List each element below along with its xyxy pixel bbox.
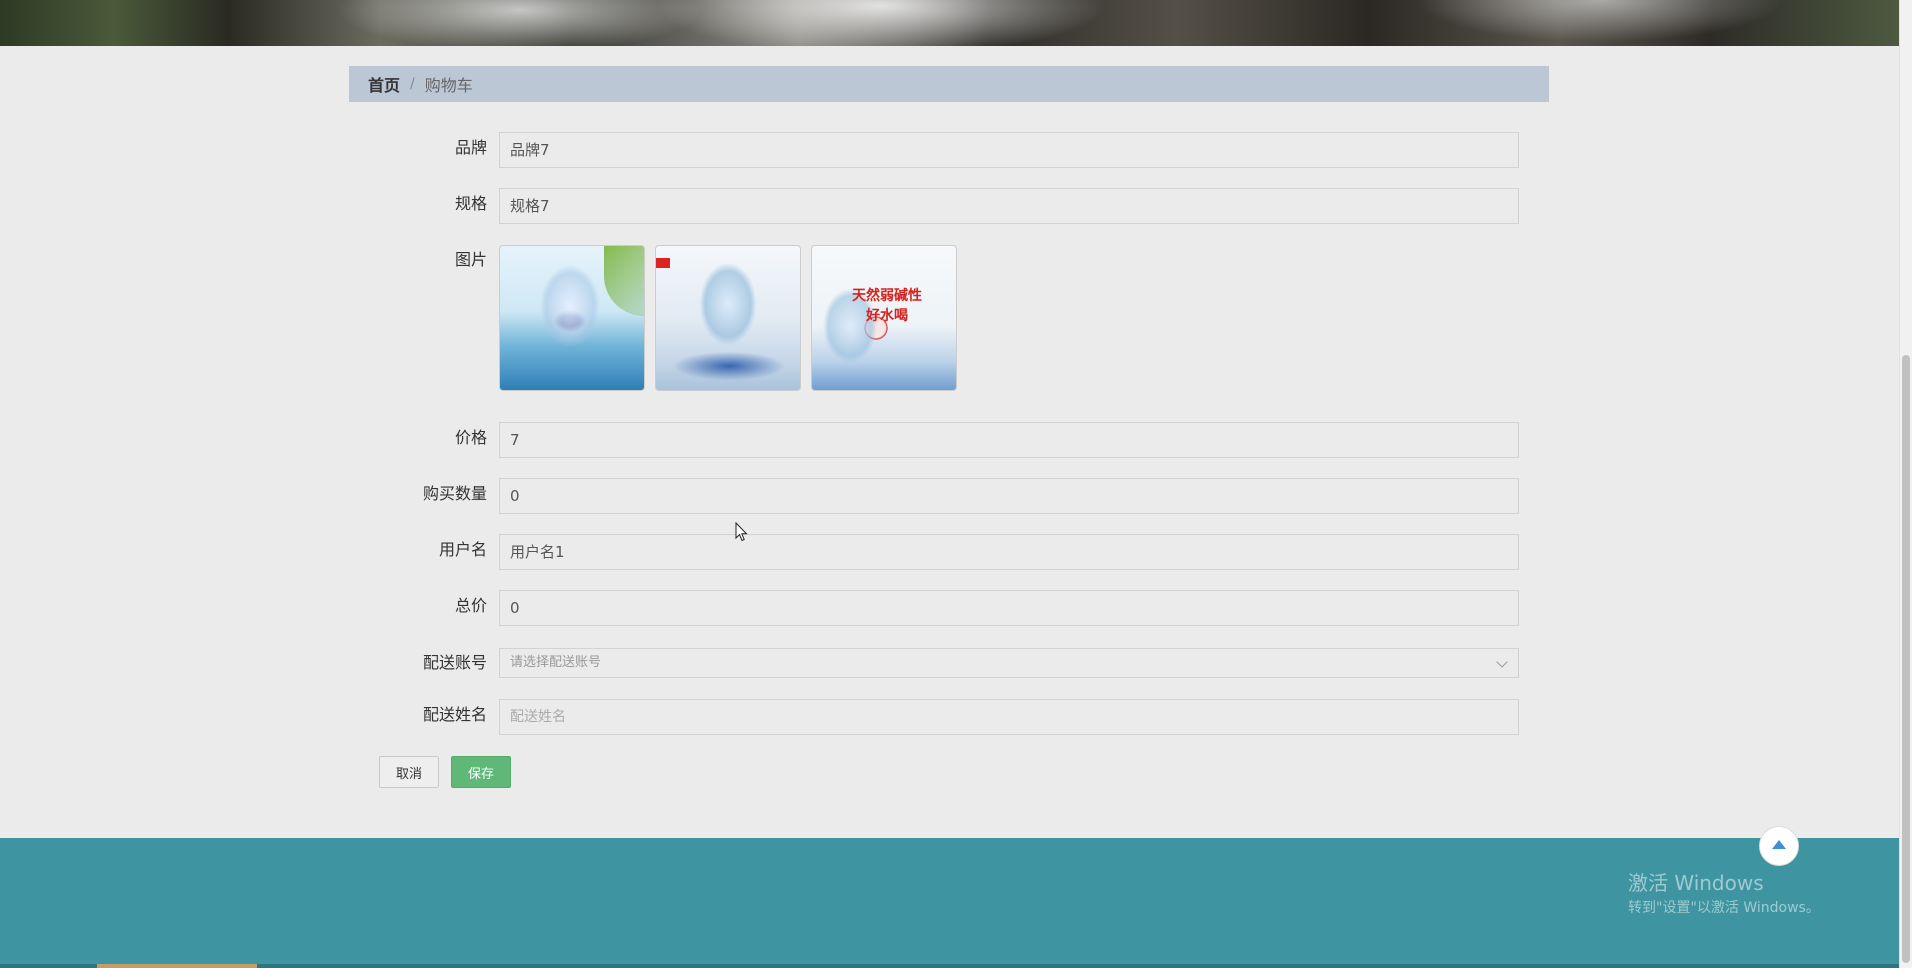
windows-activation-watermark: 激活 Windows 转到"设置"以激活 Windows。 — [1628, 871, 1820, 916]
username-input[interactable]: 用户名1 — [499, 534, 1519, 570]
page-scrollbar[interactable] — [1899, 0, 1912, 968]
quantity-input[interactable]: 0 — [499, 478, 1519, 514]
breadcrumb-current: 购物车 — [424, 76, 473, 95]
arrow-up-icon — [1772, 840, 1786, 849]
footer-bottom-bar — [0, 964, 1900, 968]
price-input[interactable]: 7 — [499, 422, 1519, 458]
brand-input[interactable]: 品牌7 — [499, 132, 1519, 168]
product-image-3-caption: 天然弱碱性 好水喝 — [852, 288, 922, 324]
product-image-1[interactable] — [499, 245, 645, 391]
total-input[interactable]: 0 — [499, 590, 1519, 626]
username-label: 用户名 — [438, 540, 487, 559]
scrollbar-thumb[interactable] — [1902, 355, 1910, 963]
product-image-2[interactable] — [655, 245, 801, 391]
back-to-top-button[interactable] — [1759, 826, 1799, 866]
breadcrumb: 首页 / 购物车 — [349, 66, 1549, 102]
quantity-label: 购买数量 — [422, 484, 487, 503]
brand-label: 品牌 — [454, 138, 487, 157]
total-label: 总价 — [454, 596, 487, 615]
spec-label: 规格 — [454, 194, 487, 213]
chevron-down-icon — [1496, 656, 1508, 668]
form-row-images: 图片 天然弱碱性 好水喝 — [349, 245, 1521, 393]
delivery-name-label: 配送姓名 — [422, 705, 487, 724]
save-button[interactable]: 保存 — [451, 756, 511, 788]
delivery-account-label: 配送账号 — [422, 653, 487, 672]
breadcrumb-home-link[interactable]: 首页 — [368, 72, 400, 96]
delivery-account-placeholder: 请选择配送账号 — [510, 655, 602, 670]
cancel-button[interactable]: 取消 — [379, 756, 439, 788]
delivery-account-select[interactable]: 请选择配送账号 — [499, 648, 1519, 678]
spec-input[interactable]: 规格7 — [499, 188, 1519, 224]
image-list: 天然弱碱性 好水喝 — [499, 245, 957, 391]
price-label: 价格 — [454, 428, 487, 447]
footer — [0, 838, 1900, 968]
images-label: 图片 — [454, 250, 487, 269]
delivery-name-input[interactable]: 配送姓名 — [499, 699, 1519, 735]
header-banner-image — [0, 0, 1900, 46]
breadcrumb-separator: / — [410, 76, 415, 92]
mouse-pointer-icon — [735, 522, 748, 542]
product-image-3[interactable]: 天然弱碱性 好水喝 — [811, 245, 957, 391]
